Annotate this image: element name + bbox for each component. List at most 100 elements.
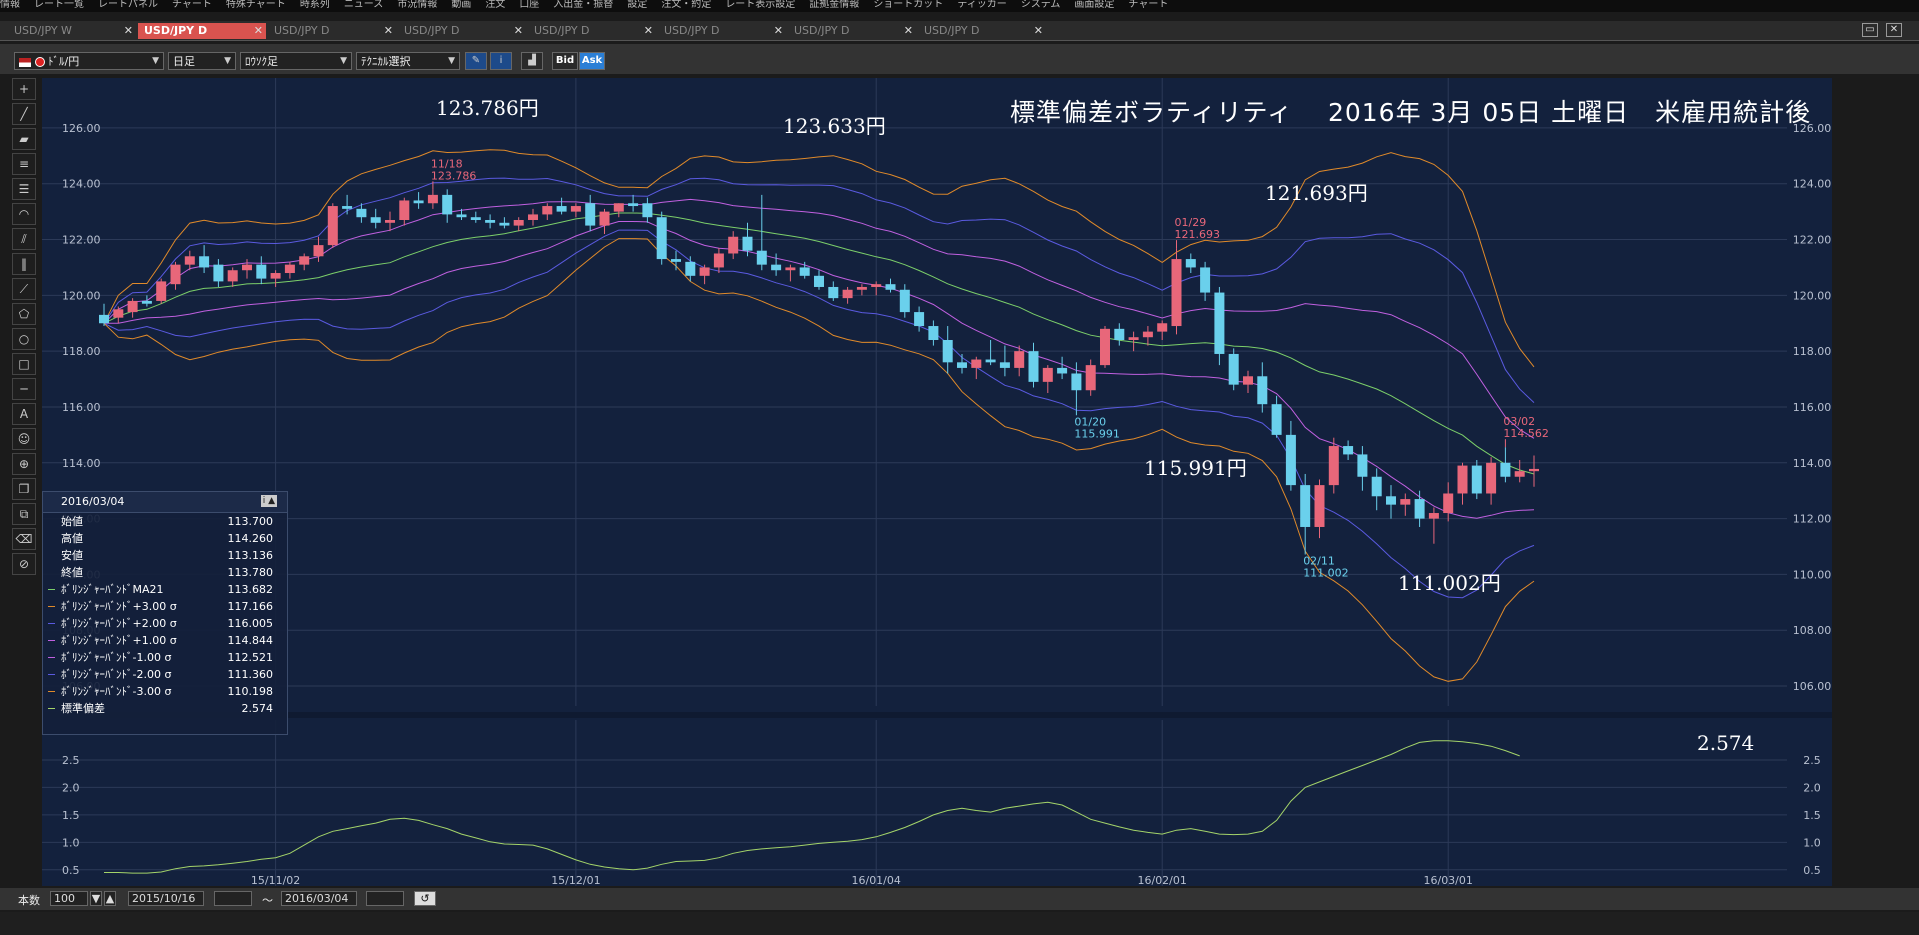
candle-body <box>1428 513 1439 519</box>
close-window-icon[interactable]: ✕ <box>1886 23 1902 37</box>
menu-item[interactable]: チャート <box>1128 0 1168 10</box>
menu-item[interactable]: チャート <box>172 0 212 10</box>
x-tick-label: 15/12/01 <box>551 874 600 886</box>
menu-item[interactable]: レートパネル <box>98 0 158 10</box>
info-label: 始値 <box>61 515 83 528</box>
menu-item[interactable]: レート表示設定 <box>725 0 795 10</box>
trendline-icon[interactable]: ╱ <box>12 103 36 125</box>
menu-item[interactable]: 注文・約定 <box>661 0 711 10</box>
chart-tab[interactable]: USD/JPY D ✕ <box>398 23 526 39</box>
to-time-input[interactable] <box>366 891 404 906</box>
stamp-icon[interactable]: ☺ <box>12 428 36 450</box>
period-select[interactable]: 日足 ▼ <box>168 52 236 70</box>
menu-item[interactable]: 注文 <box>485 0 505 10</box>
close-tab-icon[interactable]: ✕ <box>1034 23 1043 39</box>
count-down-icon[interactable]: ▼ <box>90 891 102 906</box>
rectangle-icon[interactable]: □ <box>12 353 36 375</box>
from-date-input[interactable]: 2015/10/16 <box>128 891 204 906</box>
close-tab-icon[interactable]: ✕ <box>384 23 393 39</box>
info-icon[interactable]: i <box>490 52 512 70</box>
eraser-icon[interactable]: ⌫ <box>12 528 36 550</box>
candle-body <box>585 203 596 226</box>
bid-button[interactable]: Bid <box>552 52 578 70</box>
magnet-icon[interactable]: ⊕ <box>12 453 36 475</box>
menu-item[interactable]: ティッカー <box>957 0 1006 10</box>
erase-all-icon[interactable]: ⊘ <box>12 553 36 575</box>
candle-body <box>256 264 267 279</box>
menu-item[interactable]: 証拠金情報 <box>809 0 859 10</box>
copy-icon[interactable]: ❐ <box>12 478 36 500</box>
data-info-panel[interactable]: 2016/03/04 i ▲ 始値 113.700 高値 114.260 安値 113.1… <box>42 491 288 735</box>
horizontal-line-icon[interactable]: ─ <box>12 378 36 400</box>
candle-body <box>785 267 796 271</box>
pitchfork-icon[interactable]: ⟋ <box>12 278 36 300</box>
chart-tab[interactable]: USD/JPY D ✕ <box>658 23 786 39</box>
close-tab-icon[interactable]: ✕ <box>774 23 783 39</box>
area-chart-icon[interactable]: ▟ <box>521 52 543 70</box>
info-label: ﾎﾞﾘﾝｼﾞｬｰﾊﾞﾝﾄﾞ-1.00 σ <box>61 651 172 664</box>
crosshair-icon[interactable]: + <box>12 78 36 100</box>
currency-pair-select[interactable]: ﾄﾞﾙ/円 ▼ <box>14 52 164 70</box>
pentagon-icon[interactable]: ⬠ <box>12 303 36 325</box>
chart-tab[interactable]: USD/JPY D ✕ <box>788 23 916 39</box>
count-up-icon[interactable]: ▲ <box>104 891 116 906</box>
info-row: ﾎﾞﾘﾝｼﾞｬｰﾊﾞﾝﾄﾞ-3.00 σ 110.198 <box>43 683 287 700</box>
menu-item[interactable]: ニュース <box>344 0 384 10</box>
pen-icon[interactable]: ✎ <box>465 52 487 70</box>
candle-body <box>170 264 181 285</box>
close-tab-icon[interactable]: ✕ <box>904 23 913 39</box>
close-tab-icon[interactable]: ✕ <box>644 23 653 39</box>
reload-icon[interactable]: ↺ <box>414 891 436 906</box>
marker-value: 114.562 <box>1503 427 1549 440</box>
text-tool-icon[interactable]: A <box>12 403 36 425</box>
menu-item[interactable]: 市況情報 <box>397 0 437 10</box>
close-tab-icon[interactable]: ✕ <box>124 23 133 39</box>
menu-item[interactable]: ショートカット <box>873 0 943 10</box>
ruler-icon[interactable]: ▰ <box>12 128 36 150</box>
menu-item[interactable]: 特殊チャート <box>226 0 286 10</box>
chart-tab[interactable]: USD/JPY D ✕ <box>528 23 656 39</box>
candle-body <box>1529 468 1539 472</box>
marker-value: 123.786 <box>431 169 477 182</box>
y-tick-label-right: 116.00 <box>1793 401 1832 414</box>
info-panel-toggle-icon[interactable]: i ▲ <box>260 495 277 507</box>
chart-area[interactable]: 126.00 126.00 124.00 124.00 122.00 122.00 120.… <box>42 78 1832 887</box>
info-row: ﾎﾞﾘﾝｼﾞｬｰﾊﾞﾝﾄﾞ+1.00 σ 114.844 <box>43 632 287 649</box>
count-input[interactable]: 100 <box>50 891 88 906</box>
maximize-icon[interactable]: ▭ <box>1862 23 1878 37</box>
menu-item[interactable]: システム <box>1021 0 1061 10</box>
candle-type-select[interactable]: ﾛｳｿｸ足 ▼ <box>240 52 352 70</box>
chart-title: 標準偏差ボラティリティ 2016年 3月 05日 土曜日 米雇用統計後 <box>1010 98 1812 127</box>
fan-icon[interactable]: ⫽ <box>12 228 36 250</box>
candle-body <box>1057 367 1068 374</box>
horizontal-lines-icon[interactable]: ≡ <box>12 153 36 175</box>
to-date-input[interactable]: 2016/03/04 <box>281 891 357 906</box>
fibonacci-icon[interactable]: ☰ <box>12 178 36 200</box>
chart-tab[interactable]: USD/JPY D ✕ <box>268 23 396 39</box>
menu-item[interactable]: 設定 <box>627 0 647 10</box>
menu-item[interactable]: レート一覧 <box>34 0 84 10</box>
technical-select[interactable]: ﾃｸﾆｶﾙ選択 ▼ <box>356 52 460 70</box>
vertical-lines-icon[interactable]: ‖ <box>12 253 36 275</box>
chart-tab[interactable]: USD/JPY W ✕ <box>8 23 136 39</box>
chart-tab[interactable]: USD/JPY D ✕ <box>918 23 1046 39</box>
ask-button[interactable]: Ask <box>579 52 605 70</box>
menu-item[interactable]: 動画 <box>451 0 471 10</box>
candle-body <box>127 300 138 313</box>
menu-item[interactable]: 時系列 <box>300 0 330 10</box>
menu-item[interactable]: 入出金・振替 <box>553 0 613 10</box>
menu-item[interactable]: 画面設定 <box>1074 0 1114 10</box>
menu-item[interactable]: 口座 <box>519 0 539 10</box>
close-tab-icon[interactable]: ✕ <box>514 23 523 39</box>
arc-icon[interactable]: ◠ <box>12 203 36 225</box>
layers-icon[interactable]: ⧉ <box>12 503 36 525</box>
circle-icon[interactable]: ○ <box>12 328 36 350</box>
menu-item[interactable]: 情報 <box>0 0 20 10</box>
main-menubar: 情報 レート一覧 レートパネル チャート 特殊チャート 時系列 ニュース 市況情報 動画 注文 口座… <box>0 0 1919 12</box>
from-time-input[interactable] <box>214 891 252 906</box>
close-tab-icon[interactable]: ✕ <box>254 23 263 39</box>
x-tick-label: 16/02/01 <box>1137 874 1186 886</box>
chart-tab[interactable]: USD/JPY D ✕ <box>138 23 266 39</box>
info-value: 117.166 <box>227 600 274 613</box>
annotation-high-jan: 121.693円 <box>1265 181 1368 205</box>
